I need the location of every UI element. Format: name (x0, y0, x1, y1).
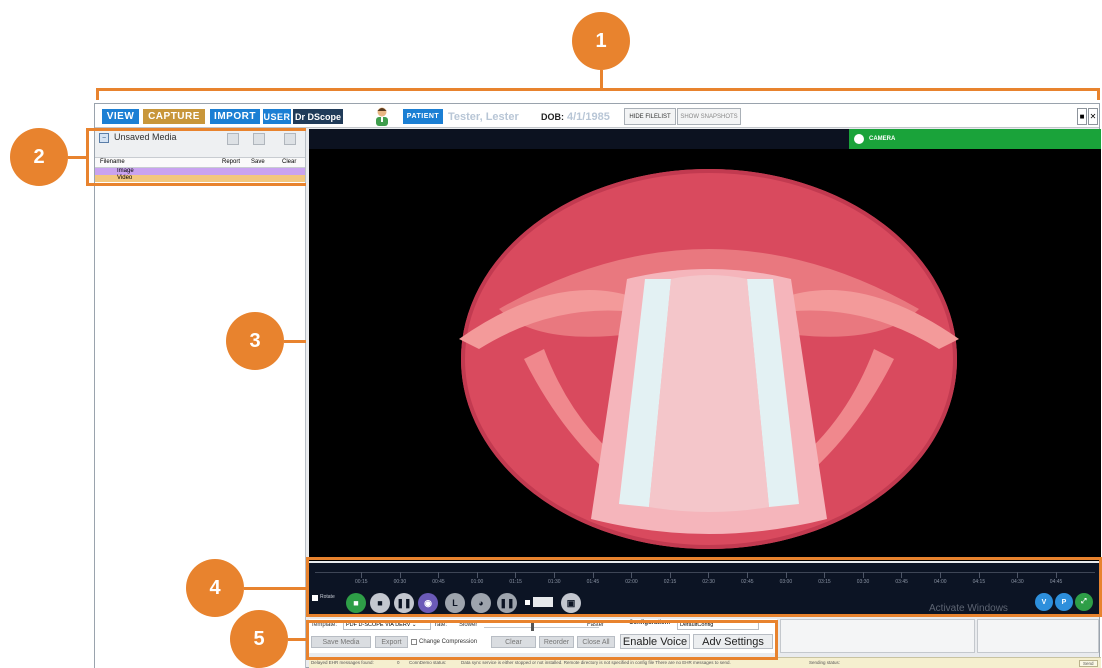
conndemo-label: ConnDemo status: (409, 660, 447, 665)
callout-4: 4 (186, 559, 244, 617)
patient-name: Tester, Lester (448, 110, 519, 123)
side-panel-1 (780, 619, 975, 653)
import-button[interactable]: IMPORT (210, 109, 260, 124)
callout-2-bracket (86, 128, 306, 186)
camera-label: CAMERA (869, 136, 896, 142)
dob-label: DOB: (541, 111, 564, 122)
delayed-count: 0 (397, 660, 400, 665)
doctor-avatar-icon (375, 106, 389, 126)
annotated-screenshot: 1 2 3 4 5 VIEW CAPTURE IMPORT USER Dr DS… (0, 0, 1102, 668)
dob-value: 4/1/1985 (567, 110, 610, 123)
restore-icon: ■ (1079, 112, 1085, 121)
show-snapshots-button[interactable]: SHOW SNAPSHOTS (677, 108, 741, 125)
sending-label: Sending status: (809, 660, 841, 665)
top-toolbar: VIEW CAPTURE IMPORT USER Dr DScope PATIE… (95, 104, 1099, 128)
callout-1-leader (600, 70, 603, 90)
callout-1: 1 (572, 12, 630, 70)
video-viewer: CAMERA (309, 129, 1101, 561)
camera-badge[interactable]: CAMERA (849, 129, 1101, 149)
callout-5-bracket (306, 620, 778, 660)
camera-status-icon (854, 134, 864, 144)
callout-4-bracket (306, 557, 1102, 617)
side-panel-2 (977, 619, 1099, 653)
view-button[interactable]: VIEW (102, 109, 139, 124)
callout-3: 3 (226, 312, 284, 370)
window-close-button[interactable]: ✕ (1088, 108, 1098, 125)
callout-2-leader (68, 156, 86, 159)
conndemo-text: Data sync service is either stopped or n… (461, 660, 731, 665)
capture-button[interactable]: CAPTURE (143, 109, 205, 124)
delayed-label: Delayed EHR messages found: (311, 660, 374, 665)
patient-label: PATIENT (403, 109, 443, 124)
callout-4-leader (244, 587, 306, 590)
callout-5-leader (288, 638, 306, 641)
callout-2: 2 (10, 128, 68, 186)
close-icon: ✕ (1089, 112, 1097, 121)
callout-1-bracket (96, 88, 1100, 100)
user-value: Dr DScope (293, 109, 343, 124)
larynx-image (459, 169, 959, 549)
user-label: USER (263, 109, 291, 124)
send-button[interactable]: Send (1079, 660, 1098, 667)
window-restore-button[interactable]: ■ (1077, 108, 1087, 125)
hide-filelist-button[interactable]: HIDE FILELIST (624, 108, 676, 125)
callout-3-leader (284, 340, 306, 343)
callout-5: 5 (230, 610, 288, 668)
